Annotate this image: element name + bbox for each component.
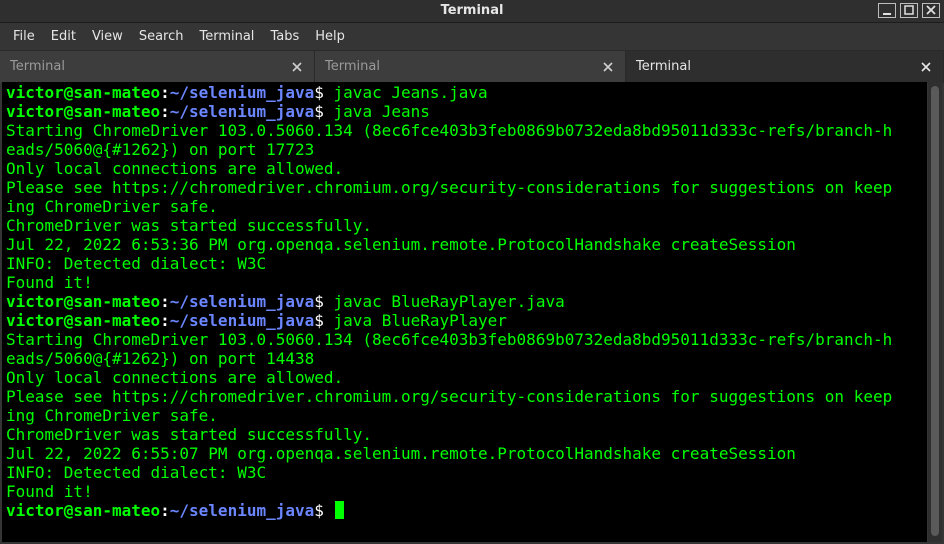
output-line: ing ChromeDriver safe. bbox=[6, 197, 218, 216]
prompt-path: ~/selenium_java bbox=[169, 311, 315, 330]
prompt-path: ~/selenium_java bbox=[169, 102, 315, 121]
tab-label: Terminal bbox=[636, 59, 691, 74]
prompt-path: ~/selenium_java bbox=[169, 292, 315, 311]
output-line: Please see https://chromedriver.chromium… bbox=[6, 387, 893, 406]
prompt-user-host: victor@san-mateo bbox=[6, 501, 161, 520]
prompt-symbol: $ bbox=[314, 83, 324, 102]
prompt-line: victor@san-mateo:~/selenium_java$ javac … bbox=[6, 83, 892, 102]
output-line: Please see https://chromedriver.chromium… bbox=[6, 178, 893, 197]
tab-label: Terminal bbox=[10, 59, 65, 74]
menu-search[interactable]: Search bbox=[131, 23, 192, 50]
prompt-symbol: $ bbox=[314, 501, 324, 520]
prompt-path: ~/selenium_java bbox=[169, 501, 315, 520]
maximize-icon bbox=[904, 5, 914, 15]
text-cursor bbox=[334, 501, 344, 519]
output-line: Found it! bbox=[6, 482, 93, 501]
terminal-lines: victor@san-mateo:~/selenium_java$ javac … bbox=[6, 83, 892, 520]
output-line: Jul 22, 2022 6:55:07 PM org.openqa.selen… bbox=[6, 444, 796, 463]
close-button[interactable] bbox=[922, 3, 940, 18]
prompt-symbol: $ bbox=[314, 292, 324, 311]
tab-terminal-3[interactable]: Terminal bbox=[626, 51, 944, 83]
output-line: ChromeDriver was started successfully. bbox=[6, 216, 373, 235]
prompt-symbol: $ bbox=[314, 311, 324, 330]
tab-label: Terminal bbox=[325, 59, 380, 74]
prompt-separator: : bbox=[160, 292, 170, 311]
prompt-user-host: victor@san-mateo bbox=[6, 311, 161, 330]
command-text: java Jeans bbox=[323, 102, 430, 121]
menu-terminal[interactable]: Terminal bbox=[191, 23, 262, 50]
command-text: javac Jeans.java bbox=[323, 83, 488, 102]
window-title: Terminal bbox=[440, 3, 504, 18]
prompt-user-host: victor@san-mateo bbox=[6, 292, 161, 311]
scrollbar-thumb[interactable] bbox=[931, 86, 939, 536]
prompt-separator: : bbox=[160, 83, 170, 102]
tab-terminal-1[interactable]: Terminal bbox=[0, 51, 315, 83]
maximize-button[interactable] bbox=[900, 3, 918, 18]
terminal-output[interactable]: victor@san-mateo:~/selenium_java$ javac … bbox=[2, 82, 927, 542]
terminal-window: Terminal File Edit View Search Terminal … bbox=[0, 0, 944, 544]
window-controls bbox=[878, 3, 940, 18]
command-text bbox=[324, 501, 334, 520]
output-line: Only local connections are allowed. bbox=[6, 368, 344, 387]
menu-tabs[interactable]: Tabs bbox=[262, 23, 307, 50]
tab-close-icon[interactable] bbox=[290, 60, 304, 74]
close-icon bbox=[926, 5, 936, 15]
tab-bar: Terminal Terminal Terminal bbox=[0, 50, 944, 83]
menu-file[interactable]: File bbox=[5, 23, 43, 50]
tab-terminal-2[interactable]: Terminal bbox=[315, 51, 626, 83]
prompt-line: victor@san-mateo:~/selenium_java$ javac … bbox=[6, 292, 892, 311]
prompt-line: victor@san-mateo:~/selenium_java$ java J… bbox=[6, 102, 892, 121]
vertical-scrollbar[interactable] bbox=[928, 82, 942, 542]
tab-close-icon[interactable] bbox=[919, 60, 933, 74]
minimize-icon bbox=[883, 13, 891, 15]
prompt-user-host: victor@san-mateo bbox=[6, 83, 161, 102]
output-line: INFO: Detected dialect: W3C bbox=[6, 463, 267, 482]
prompt-path: ~/selenium_java bbox=[169, 83, 315, 102]
output-line: Jul 22, 2022 6:53:36 PM org.openqa.selen… bbox=[6, 235, 796, 254]
prompt-user-host: victor@san-mateo bbox=[6, 102, 161, 121]
prompt-line: victor@san-mateo:~/selenium_java$ java B… bbox=[6, 311, 892, 330]
prompt-separator: : bbox=[160, 501, 170, 520]
menu-view[interactable]: View bbox=[84, 23, 131, 50]
prompt-line: victor@san-mateo:~/selenium_java$ bbox=[6, 501, 892, 520]
minimize-button[interactable] bbox=[878, 3, 896, 18]
output-line: ing ChromeDriver safe. bbox=[6, 406, 218, 425]
output-line: ChromeDriver was started successfully. bbox=[6, 425, 373, 444]
menu-help[interactable]: Help bbox=[307, 23, 353, 50]
prompt-separator: : bbox=[160, 311, 170, 330]
output-line: eads/5060@{#1262}) on port 17723 bbox=[6, 140, 315, 159]
output-line: INFO: Detected dialect: W3C bbox=[6, 254, 267, 273]
tab-close-icon[interactable] bbox=[601, 60, 615, 74]
output-line: Starting ChromeDriver 103.0.5060.134 (8e… bbox=[6, 121, 893, 140]
output-line: Starting ChromeDriver 103.0.5060.134 (8e… bbox=[6, 330, 893, 349]
prompt-symbol: $ bbox=[314, 102, 324, 121]
command-text: javac BlueRayPlayer.java bbox=[323, 292, 565, 311]
title-bar[interactable]: Terminal bbox=[0, 0, 944, 23]
command-text: java BlueRayPlayer bbox=[323, 311, 507, 330]
output-line: eads/5060@{#1262}) on port 14438 bbox=[6, 349, 315, 368]
prompt-separator: : bbox=[160, 102, 170, 121]
output-line: Found it! bbox=[6, 273, 93, 292]
output-line: Only local connections are allowed. bbox=[6, 159, 344, 178]
menu-bar: File Edit View Search Terminal Tabs Help bbox=[0, 23, 944, 50]
menu-edit[interactable]: Edit bbox=[43, 23, 84, 50]
